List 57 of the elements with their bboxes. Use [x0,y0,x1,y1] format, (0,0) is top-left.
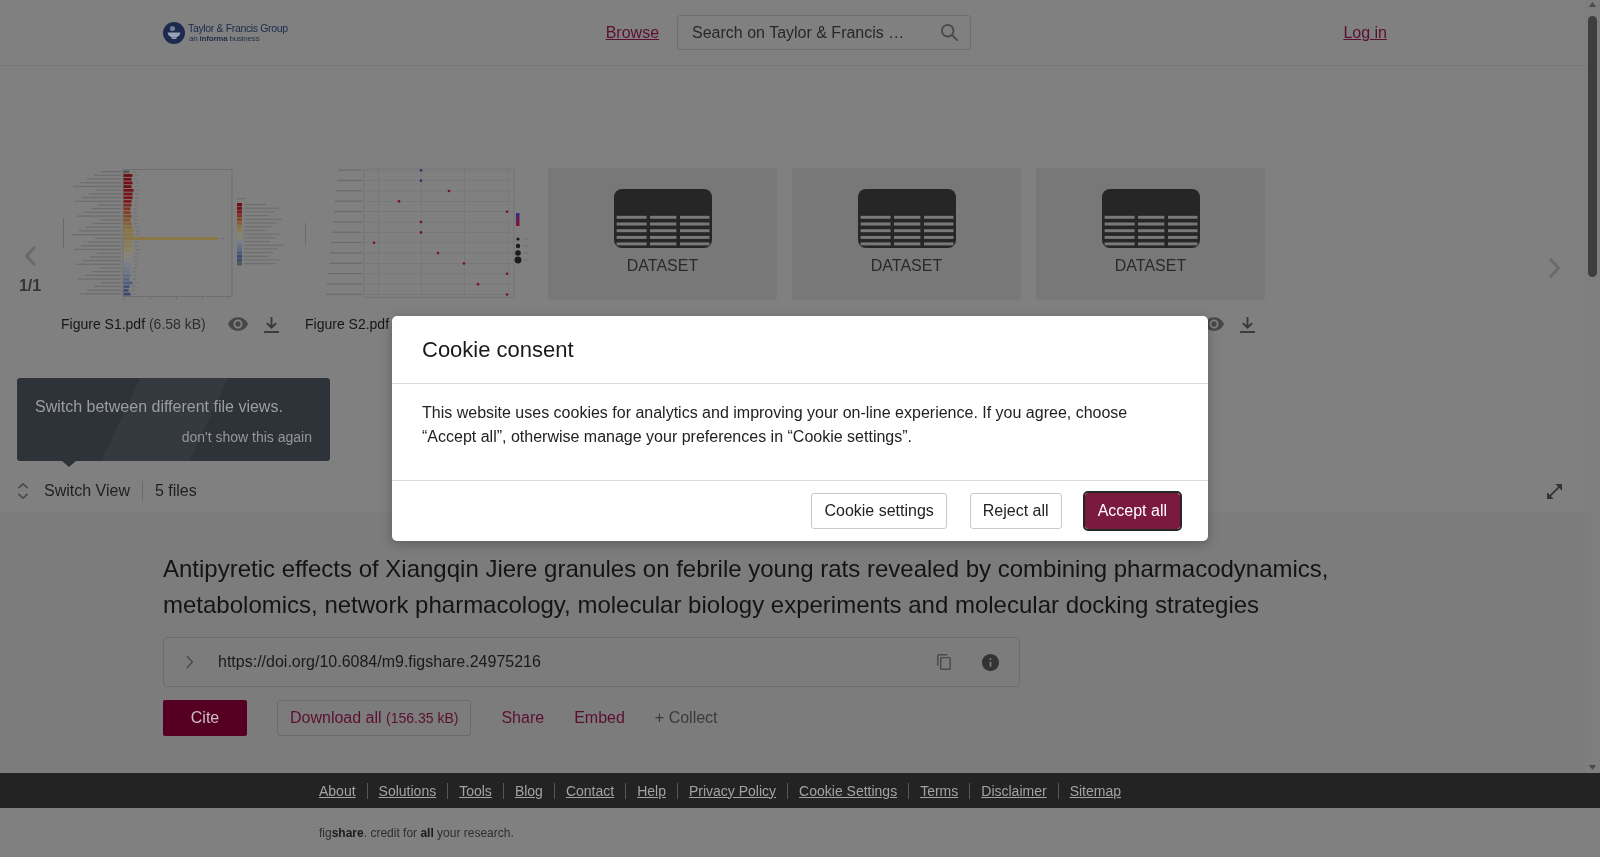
login-link[interactable]: Log in [1343,23,1387,42]
browse-link[interactable]: Browse [605,23,660,42]
switch-view-button[interactable]: Switch View [17,482,130,500]
dataset-tile[interactable]: DATASET [1036,168,1265,300]
footer-link[interactable]: Sitemap [1069,782,1121,799]
footer-tagline: figshare. credit for all your research. [319,825,514,840]
file-name[interactable]: Figure S1.pdf (6.58 kB) [61,316,206,332]
search-field[interactable]: Search on Taylor & Francis … [677,15,972,50]
table-icon [1101,189,1200,248]
scrollbar-thumb[interactable] [1588,16,1597,277]
file-count: 5 files [141,481,197,501]
action-link[interactable]: Share [501,709,545,727]
info-icon[interactable] [982,653,999,671]
accept-button[interactable]: Accept all [1084,493,1180,529]
dataset-tile[interactable]: DATASET [792,168,1021,300]
download-all-button[interactable]: Download all (156.35 kB) [277,700,472,736]
footer-link[interactable]: Disclaimer [981,782,1047,799]
footer-link[interactable]: Contact [565,782,615,799]
footer-link[interactable]: Cookie Settings [799,782,898,799]
doi-link[interactable]: https://doi.org/10.6084/m9.figshare.24975216 [218,653,541,671]
scrollbar[interactable] [1585,0,1600,773]
footer-link[interactable]: Tools [459,782,492,799]
dialog-title: Cookie consent [422,336,575,364]
brand-tagline: an informa business [189,34,261,43]
dataset-label: DATASET [626,256,699,275]
copy-icon[interactable] [937,654,951,670]
dialog-button[interactable]: Cookie settings [811,493,947,529]
item-title: Antipyretic effects of Xiangqin Jiere granules on febrile young rats revealed by combining pharmacodynamics, metabolomics, network pharmacology, molecular biology experiments and molecular docking strategies [163,554,1330,620]
tooltip-text: Switch between different file views. [35,397,284,417]
up-down-chevrons-icon[interactable] [17,483,29,499]
footer-link[interactable]: Terms [920,782,959,799]
dialog-button[interactable]: Reject all [969,493,1062,529]
search-icon[interactable] [941,24,959,41]
table-icon [613,189,712,248]
footer-link[interactable]: Help [637,782,666,799]
table-icon [857,189,956,248]
chevron-right-icon[interactable] [186,655,194,669]
dataset-label: DATASET [870,256,943,275]
brand-name[interactable]: Taylor & Francis Group [188,22,288,34]
footer-link[interactable]: Blog [514,782,543,799]
download-icon[interactable] [1240,315,1255,333]
action-link[interactable]: Embed [574,709,625,727]
dataset-tile[interactable]: DATASET [548,168,777,300]
dialog-text: This website uses cookies for analytics and improving your on-line experience. If you agree, choose “Accept all”, otherwise manage your preferences in “Cookie settings”. [392,384,1208,481]
scroll-up-arrow-icon[interactable] [1589,2,1596,7]
scroll-down-arrow-icon[interactable] [1589,765,1596,770]
page-counter: 1/1 [18,277,42,295]
emblem-icon [163,21,185,44]
download-icon[interactable] [264,315,279,333]
dataset-label: DATASET [1114,256,1187,275]
cite-button[interactable]: Cite [163,700,247,736]
file-name[interactable]: Figure S2.pdf [305,316,390,332]
footer-link[interactable]: Solutions [378,782,437,799]
footer-link[interactable]: About [319,782,356,799]
footer-link[interactable]: Privacy Policy [688,782,777,799]
dismiss-link[interactable]: don't show this again [181,429,312,445]
fullscreen-icon[interactable] [1547,483,1562,499]
